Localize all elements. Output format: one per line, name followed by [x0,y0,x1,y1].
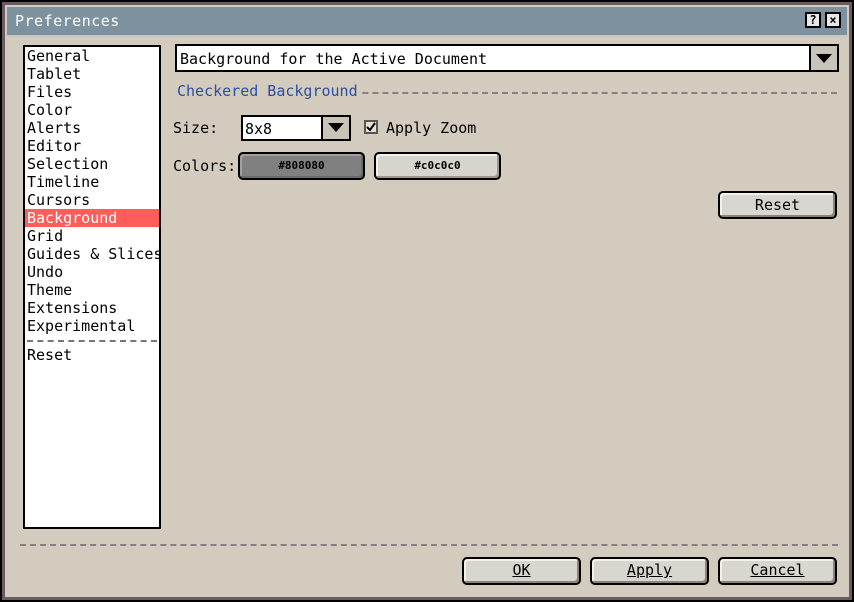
help-button[interactable]: ? [805,12,821,28]
sidebar-item-selection[interactable]: Selection [25,155,159,173]
check-icon [366,122,376,132]
sidebar-item-editor[interactable]: Editor [25,137,159,155]
sidebar-separator [27,340,157,342]
chevron-down-icon [816,54,832,63]
sidebar-item-reset[interactable]: Reset [25,346,159,364]
cancel-button[interactable]: Cancel [718,557,837,585]
title-bar[interactable]: Preferences ? × [7,7,847,37]
sidebar-item-timeline[interactable]: Timeline [25,173,159,191]
size-combobox[interactable]: 8x8 [241,115,351,141]
section-title: Checkered Background [173,82,362,100]
sidebar-item-theme[interactable]: Theme [25,281,159,299]
size-dropdown-button[interactable] [321,117,349,139]
size-label: Size: [173,119,219,137]
reset-background-button[interactable]: Reset [718,191,837,219]
cancel-label: Cancel [750,561,805,579]
apply-zoom-checkbox[interactable] [364,120,378,134]
footer-separator [20,544,838,546]
size-value: 8x8 [245,120,273,138]
sidebar-item-extensions[interactable]: Extensions [25,299,159,317]
preferences-dialog: Preferences ? × General Tablet Files Col… [0,0,854,602]
sidebar-item-background[interactable]: Background [25,209,159,227]
apply-label: Apply [626,561,673,579]
sidebar-item-grid[interactable]: Grid [25,227,159,245]
sidebar-item-color[interactable]: Color [25,101,159,119]
sidebar-item-files[interactable]: Files [25,83,159,101]
close-button[interactable]: × [825,12,841,28]
sidebar-item-cursors[interactable]: Cursors [25,191,159,209]
checkered-background-section: Checkered Background [173,82,837,102]
color1-button[interactable]: #808080 [238,152,365,180]
dropdown-value: Background for the Active Document [180,50,488,68]
apply-zoom-label[interactable]: Apply Zoom [386,119,476,137]
window-title: Preferences [15,12,120,30]
color2-button[interactable]: #c0c0c0 [374,152,501,180]
background-target-dropdown[interactable]: Background for the Active Document [175,44,839,72]
sidebar-item-experimental[interactable]: Experimental [25,317,159,335]
dropdown-button[interactable] [809,46,837,70]
sidebar-item-general[interactable]: General [25,47,159,65]
sidebar-item-alerts[interactable]: Alerts [25,119,159,137]
sidebar-list: General Tablet Files Color Alerts Editor… [23,45,162,529]
ok-label: OK [512,561,531,579]
chevron-down-icon [328,123,344,132]
sidebar-item-undo[interactable]: Undo [25,263,159,281]
ok-button[interactable]: OK [462,557,581,585]
sidebar-item-tablet[interactable]: Tablet [25,65,159,83]
colors-label: Colors: [173,157,237,175]
sidebar-item-guides-slices[interactable]: Guides & Slices [25,245,162,263]
apply-button[interactable]: Apply [590,557,709,585]
